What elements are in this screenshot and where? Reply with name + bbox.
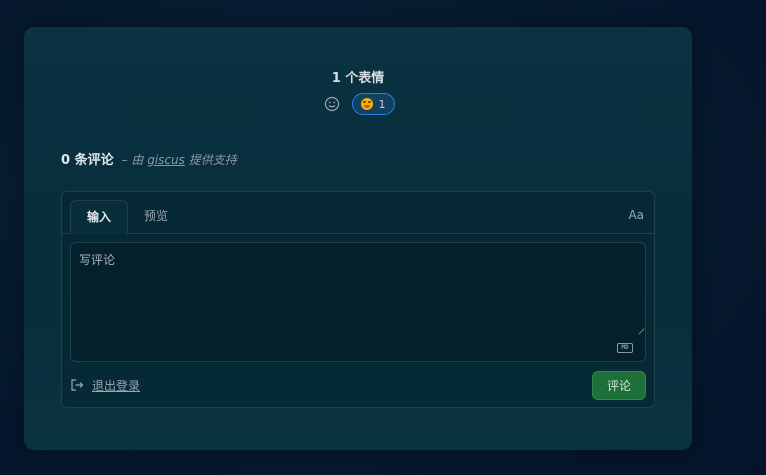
giscus-panel: 1 个表情 1 0 条评论 – 由 giscus 提供支持 输入 预览 Aa 写…	[24, 27, 692, 450]
smiley-icon	[324, 96, 339, 112]
editor-tabs: 输入 预览 Aa	[62, 192, 654, 234]
reaction-count: 1	[378, 97, 386, 111]
font-toggle-button[interactable]: Aa	[628, 208, 644, 222]
comment-textarea-wrapper: MD	[70, 242, 646, 362]
sign-out-icon	[71, 379, 84, 391]
tab-preview[interactable]: 预览	[128, 200, 184, 233]
tab-write[interactable]: 输入	[70, 200, 129, 234]
reactions-title: 1 个表情	[331, 71, 385, 86]
add-reaction-smiley-icon[interactable]	[322, 94, 342, 114]
reactions-row: 1	[24, 93, 692, 115]
comment-textarea[interactable]	[71, 243, 645, 335]
grinning-face-icon	[360, 98, 373, 110]
powered-prefix: – 由	[121, 153, 144, 167]
giscus-link[interactable]: giscus	[147, 153, 185, 167]
powered-by: – 由 giscus 提供支持	[122, 151, 237, 168]
submit-comment-button[interactable]: 评论	[591, 370, 646, 400]
powered-suffix: 提供支持	[188, 153, 237, 167]
comment-count-line: 0 条评论 – 由 giscus 提供支持	[61, 149, 237, 168]
comment-editor: 输入 预览 Aa MD 退出登录 评论	[61, 191, 655, 408]
reaction-button[interactable]: 1	[351, 93, 395, 115]
markdown-icon[interactable]: MD	[617, 343, 633, 353]
signout-label: 退出登录	[92, 378, 141, 393]
comment-count: 0 条评论	[61, 153, 114, 168]
signout-link[interactable]: 退出登录	[70, 377, 140, 394]
editor-footer: 退出登录 评论	[70, 370, 646, 400]
